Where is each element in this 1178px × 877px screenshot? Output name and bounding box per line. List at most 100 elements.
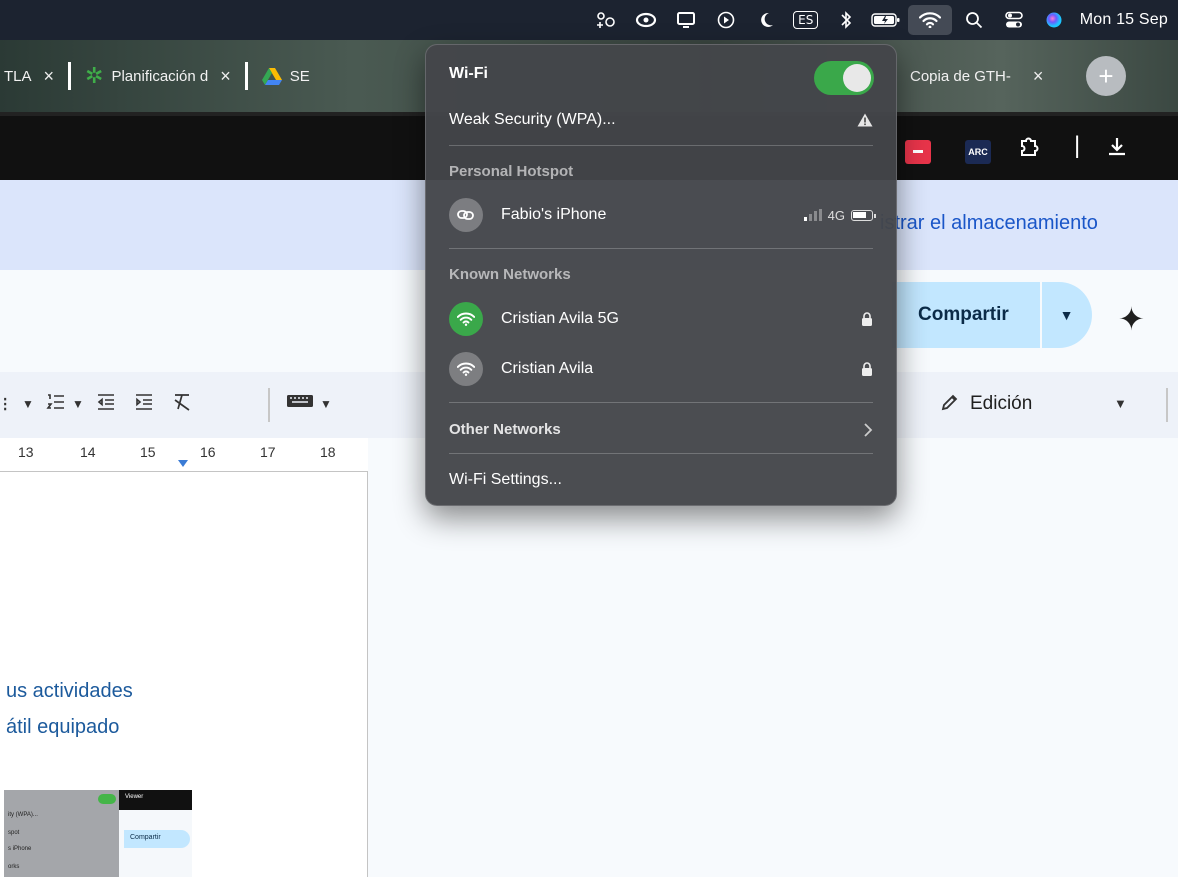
lock-icon xyxy=(861,362,873,376)
siri-icon[interactable] xyxy=(1036,5,1072,35)
hotspot-section-header: Personal Hotspot xyxy=(449,163,873,180)
thumb-text: ity (WPA)... xyxy=(8,812,38,818)
tab-3[interactable]: SE xyxy=(250,58,322,94)
bulleted-list-icon[interactable]: ⁝ xyxy=(2,392,8,417)
editing-mode-label: Edición xyxy=(970,393,1033,414)
document-page[interactable]: us actividades átil equipado ity (WPA)..… xyxy=(0,472,368,877)
chevron-down-icon[interactable]: ▼ xyxy=(1042,307,1092,323)
control-center-icon[interactable] xyxy=(996,5,1032,35)
menu-separator xyxy=(449,453,873,454)
tab-label: Copia de GTH- xyxy=(910,67,1011,85)
clear-formatting-icon[interactable] xyxy=(172,392,194,418)
new-tab-button[interactable]: + xyxy=(1086,56,1126,96)
chevron-down-icon[interactable]: ▼ xyxy=(320,397,332,411)
menu-separator xyxy=(449,248,873,249)
known-network-cristian-avila[interactable]: Cristian Avila xyxy=(449,352,873,386)
current-network-name: Weak Security (WPA)... xyxy=(449,111,616,128)
creative-cloud-icon[interactable] xyxy=(628,5,664,35)
extension-red-icon[interactable] xyxy=(905,140,931,164)
chevron-down-icon[interactable]: ▼ xyxy=(1114,396,1127,411)
decrease-indent-icon[interactable] xyxy=(96,392,116,418)
wifi-menu-panel: Wi-Fi Weak Security (WPA)... Personal Ho… xyxy=(425,44,897,506)
google-drive-icon xyxy=(261,68,282,85)
wifi-icon xyxy=(449,352,483,386)
close-icon[interactable]: × xyxy=(220,66,231,87)
play-icon[interactable] xyxy=(708,5,744,35)
share-button-group: Compartir ▼ xyxy=(892,282,1092,348)
gemini-sparkle-icon[interactable]: ✦ xyxy=(1118,300,1145,338)
wifi-settings-item[interactable]: Wi-Fi Settings... xyxy=(449,471,873,489)
tab-label: Planificación d xyxy=(111,67,209,85)
hotspot-status: 4G xyxy=(803,207,876,223)
toolbar-separator: | xyxy=(1074,132,1081,159)
other-networks-label: Other Networks xyxy=(449,421,561,438)
hotspot-link-icon xyxy=(449,198,483,232)
tab-1[interactable]: TLA × xyxy=(0,58,66,94)
indent-marker[interactable] xyxy=(178,460,188,467)
extension-icon[interactable] xyxy=(588,5,624,35)
hotspot-item-fabios-iphone[interactable]: Fabio's iPhone 4G xyxy=(449,198,876,232)
keyboard-icon[interactable] xyxy=(286,392,314,416)
toolbar-separator xyxy=(1166,388,1168,422)
sena-logo-icon: ✲ xyxy=(85,63,104,88)
toolbar-separator xyxy=(268,388,270,422)
tab-label: TLA xyxy=(4,67,32,85)
warning-icon xyxy=(857,113,873,127)
display-icon[interactable] xyxy=(668,5,704,35)
search-icon[interactable] xyxy=(956,5,992,35)
wifi-toggle[interactable] xyxy=(814,61,874,95)
chevron-down-icon[interactable]: ▼ xyxy=(72,397,84,411)
tab-2[interactable]: ✲ Planificación d × xyxy=(73,58,243,94)
network-name: Cristian Avila xyxy=(501,360,594,377)
battery-icon[interactable] xyxy=(868,5,904,35)
thumb-toggle xyxy=(98,794,116,804)
section-label: Personal Hotspot xyxy=(449,163,574,180)
wifi-header: Wi-Fi xyxy=(449,65,873,83)
document-text-line: us actividades xyxy=(6,680,133,702)
download-icon[interactable] xyxy=(1106,136,1128,164)
known-network-cristian-avila-5g[interactable]: Cristian Avila 5G xyxy=(449,302,873,336)
lock-icon xyxy=(861,312,873,326)
section-label: Known Networks xyxy=(449,266,571,283)
close-icon[interactable]: × xyxy=(44,66,55,87)
hotspot-name: Fabio's iPhone xyxy=(501,206,607,223)
arc-extension-icon[interactable]: ARC xyxy=(965,140,991,164)
chevron-down-icon[interactable]: ▼ xyxy=(22,397,34,411)
network-type: 4G xyxy=(827,207,845,223)
share-button[interactable]: Compartir xyxy=(892,304,1040,326)
menu-separator xyxy=(449,402,873,403)
wifi-settings-label: Wi-Fi Settings... xyxy=(449,471,562,488)
manage-storage-link[interactable]: istrar el almacenamiento xyxy=(880,212,1098,235)
chevron-right-icon xyxy=(863,422,873,438)
puzzle-extensions-icon[interactable] xyxy=(1018,136,1040,164)
ruler-tick: 18 xyxy=(320,444,336,460)
tab-separator xyxy=(244,62,248,90)
menu-bar: ES Mon 15 Sep xyxy=(0,0,1178,40)
tab-4[interactable]: Copia de GTH- × xyxy=(898,58,1055,94)
network-name: Cristian Avila 5G xyxy=(501,310,619,327)
pencil-icon xyxy=(941,394,958,411)
bluetooth-icon[interactable] xyxy=(828,5,864,35)
editing-mode-button[interactable]: Edición xyxy=(940,392,1032,415)
thumb-text: orks xyxy=(8,864,20,870)
menubar-clock[interactable]: Mon 15 Sep xyxy=(1080,5,1168,35)
ruler-tick: 15 xyxy=(140,444,156,460)
embedded-screenshot-image[interactable]: ity (WPA)... spot s iPhone orks Viewer C… xyxy=(4,790,192,877)
horizontal-ruler: 13 14 15 16 17 18 xyxy=(0,438,368,472)
ruler-tick: 13 xyxy=(18,444,34,460)
input-source-icon[interactable]: ES xyxy=(788,5,824,35)
thumb-text: s iPhone xyxy=(8,846,32,852)
close-icon[interactable]: × xyxy=(1033,66,1044,87)
ruler-tick: 14 xyxy=(80,444,96,460)
numbered-list-icon[interactable] xyxy=(46,392,66,418)
document-text-line: átil equipado xyxy=(6,716,120,738)
ruler-tick: 16 xyxy=(200,444,216,460)
increase-indent-icon[interactable] xyxy=(134,392,154,418)
menu-separator xyxy=(449,145,873,146)
moon-icon[interactable] xyxy=(748,5,784,35)
input-source-label: ES xyxy=(793,11,819,29)
other-networks-row[interactable]: Other Networks xyxy=(449,421,873,438)
wifi-icon[interactable] xyxy=(907,5,952,35)
wifi-icon xyxy=(449,302,483,336)
current-network-row[interactable]: Weak Security (WPA)... xyxy=(449,111,873,129)
